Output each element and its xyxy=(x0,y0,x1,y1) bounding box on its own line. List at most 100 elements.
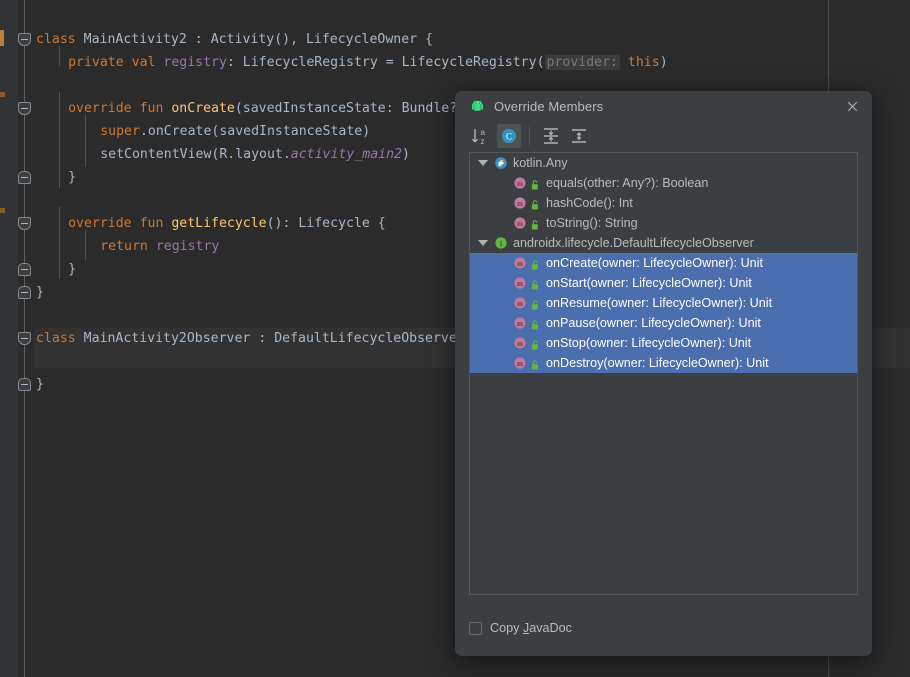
method-icon: m xyxy=(513,296,527,310)
code-token: activity_main2 xyxy=(290,147,402,162)
code-token: (): Lifecycle { xyxy=(266,216,386,231)
tree-group-label: kotlin.Any xyxy=(513,156,568,170)
public-lock-icon xyxy=(530,257,540,270)
override-members-dialog[interactable]: Override Members a z C kotlin.Any m equa… xyxy=(455,91,872,656)
tree-member-row[interactable]: m onStart(owner: LifecycleOwner): Unit xyxy=(470,273,857,293)
dialog-titlebar[interactable]: Override Members xyxy=(455,91,872,123)
svg-text:m: m xyxy=(517,339,523,348)
code-token: super xyxy=(100,124,140,139)
dialog-title: Override Members xyxy=(494,99,604,114)
method-icon: m xyxy=(513,196,527,210)
svg-text:m: m xyxy=(517,319,523,328)
tree-member-label: toString(): String xyxy=(546,216,638,230)
fold-marker-oncreate-end[interactable] xyxy=(18,171,31,184)
tree-member-label: onResume(owner: LifecycleOwner): Unit xyxy=(546,296,773,310)
checkbox-box[interactable] xyxy=(469,621,482,635)
code-token: ) xyxy=(401,147,410,162)
code-line: } xyxy=(36,375,44,395)
code-line: override fun getLifecycle(): Lifecycle { xyxy=(68,214,386,234)
vcs-change-marker-1[interactable] xyxy=(0,92,5,97)
parameter-hint: provider: xyxy=(544,55,620,70)
tree-group-row[interactable]: Iandroidx.lifecycle.DefaultLifecycleObse… xyxy=(470,233,857,253)
public-lock-icon xyxy=(530,197,540,210)
code-token: registry xyxy=(163,55,227,70)
members-tree[interactable]: kotlin.Any m equals(other: Any?): Boolean m… xyxy=(469,152,858,595)
tree-member-label: equals(other: Any?): Boolean xyxy=(546,176,709,190)
tree-member-row[interactable]: m onCreate(owner: LifecycleOwner): Unit xyxy=(470,253,857,273)
code-line: override fun onCreate(savedInstanceState… xyxy=(68,99,481,119)
tree-member-label: onStop(owner: LifecycleOwner): Unit xyxy=(546,336,752,350)
public-lock-icon xyxy=(530,357,540,370)
tree-member-row[interactable]: m onResume(owner: LifecycleOwner): Unit xyxy=(470,293,857,313)
fold-marker-getlifecycle-end[interactable] xyxy=(18,263,31,276)
method-icon: m xyxy=(513,356,527,370)
chevron-down-icon[interactable] xyxy=(478,240,488,246)
fold-marker-class-end[interactable] xyxy=(18,286,31,299)
members-tree-panel[interactable]: kotlin.Any m equals(other: Any?): Boolean m… xyxy=(469,152,858,656)
code-line: private val registry: LifecycleRegistry … xyxy=(68,53,668,73)
group-by-class-icon[interactable]: C xyxy=(497,124,521,148)
public-lock-icon xyxy=(530,177,540,190)
indent-guide xyxy=(85,115,86,167)
code-line: } xyxy=(68,260,76,280)
code-token: registry xyxy=(155,239,220,254)
copy-javadoc-checkbox[interactable]: Copy JavaDoc xyxy=(469,621,572,635)
method-icon: m xyxy=(513,336,527,350)
code-token: : xyxy=(194,32,211,47)
fold-marker-observer-end[interactable] xyxy=(18,378,31,391)
editor-gutter[interactable] xyxy=(0,0,18,677)
collapse-all-icon[interactable] xyxy=(567,124,591,148)
code-line: setContentView(R.layout.activity_main2) xyxy=(100,145,410,165)
code-token: return xyxy=(100,239,156,254)
method-icon: m xyxy=(513,276,527,290)
method-icon: m xyxy=(513,316,527,330)
tree-member-row[interactable]: m onStop(owner: LifecycleOwner): Unit xyxy=(470,333,857,353)
tree-member-label: hashCode(): Int xyxy=(546,196,633,210)
fold-marker-observer[interactable] xyxy=(18,332,31,345)
svg-text:C: C xyxy=(506,132,512,142)
code-token: MainActivity2Observer xyxy=(83,331,259,346)
tree-member-row[interactable]: m toString(): String xyxy=(470,213,857,233)
tree-member-label: onPause(owner: LifecycleOwner): Unit xyxy=(546,316,761,330)
fold-marker-class[interactable] xyxy=(18,33,31,46)
kotlin-class-icon xyxy=(494,156,508,170)
tree-member-row[interactable]: m equals(other: Any?): Boolean xyxy=(470,173,857,193)
expand-all-icon[interactable] xyxy=(539,124,563,148)
dialog-toolbar[interactable]: a z C xyxy=(455,123,872,149)
vcs-change-marker-2[interactable] xyxy=(0,208,5,213)
code-token: override fun xyxy=(68,101,172,116)
svg-text:m: m xyxy=(517,199,523,208)
dialog-footer: Copy JavaDoc OK Select None Cancel xyxy=(455,602,872,656)
code-token: : LifecycleRegistry = LifecycleRegistry( xyxy=(226,55,545,70)
public-lock-icon xyxy=(530,277,540,290)
tree-member-row[interactable]: m onDestroy(owner: LifecycleOwner): Unit xyxy=(470,353,857,373)
code-token: private val xyxy=(68,55,164,70)
public-lock-icon xyxy=(530,297,540,310)
vcs-change-bar[interactable] xyxy=(0,30,4,46)
method-icon: m xyxy=(513,176,527,190)
code-token: this xyxy=(619,55,660,70)
code-token: class xyxy=(36,32,84,47)
svg-text:m: m xyxy=(517,179,523,188)
public-lock-icon xyxy=(530,317,540,330)
chevron-down-icon[interactable] xyxy=(478,160,488,166)
tree-member-row[interactable]: m hashCode(): Int xyxy=(470,193,857,213)
toolbar-separator xyxy=(529,127,530,145)
sort-alphabetically-icon[interactable]: a z xyxy=(469,124,493,148)
svg-text:a: a xyxy=(481,128,486,137)
indent-guide xyxy=(59,92,60,188)
tree-member-row[interactable]: m onPause(owner: LifecycleOwner): Unit xyxy=(470,313,857,333)
code-line: super.onCreate(savedInstanceState) xyxy=(100,122,370,142)
tree-member-label: onDestroy(owner: LifecycleOwner): Unit xyxy=(546,356,769,370)
code-token: MainActivity2 xyxy=(83,32,195,47)
code-line: class MainActivity2Observer : DefaultLif… xyxy=(36,329,465,349)
tree-group-row[interactable]: kotlin.Any xyxy=(470,153,857,173)
fold-marker-oncreate[interactable] xyxy=(18,102,31,115)
close-icon[interactable] xyxy=(845,99,860,114)
method-icon: m xyxy=(513,216,527,230)
tree-member-label: onStart(owner: LifecycleOwner): Unit xyxy=(546,276,752,290)
code-token: } xyxy=(68,262,77,277)
code-line: } xyxy=(68,168,76,188)
fold-marker-getlifecycle[interactable] xyxy=(18,217,31,230)
svg-text:m: m xyxy=(517,359,523,368)
